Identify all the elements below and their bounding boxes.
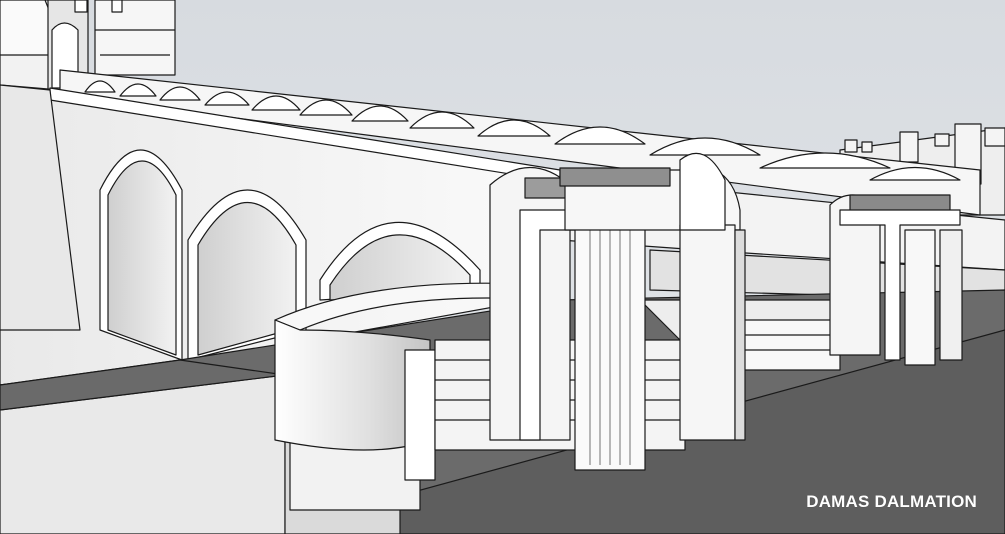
watermark-text: DAMAS DALMATION (806, 492, 977, 511)
scene-drawing (0, 0, 1005, 534)
architectural-render: DAMAS DALMATION (0, 0, 1005, 534)
portal-far (829, 194, 963, 366)
